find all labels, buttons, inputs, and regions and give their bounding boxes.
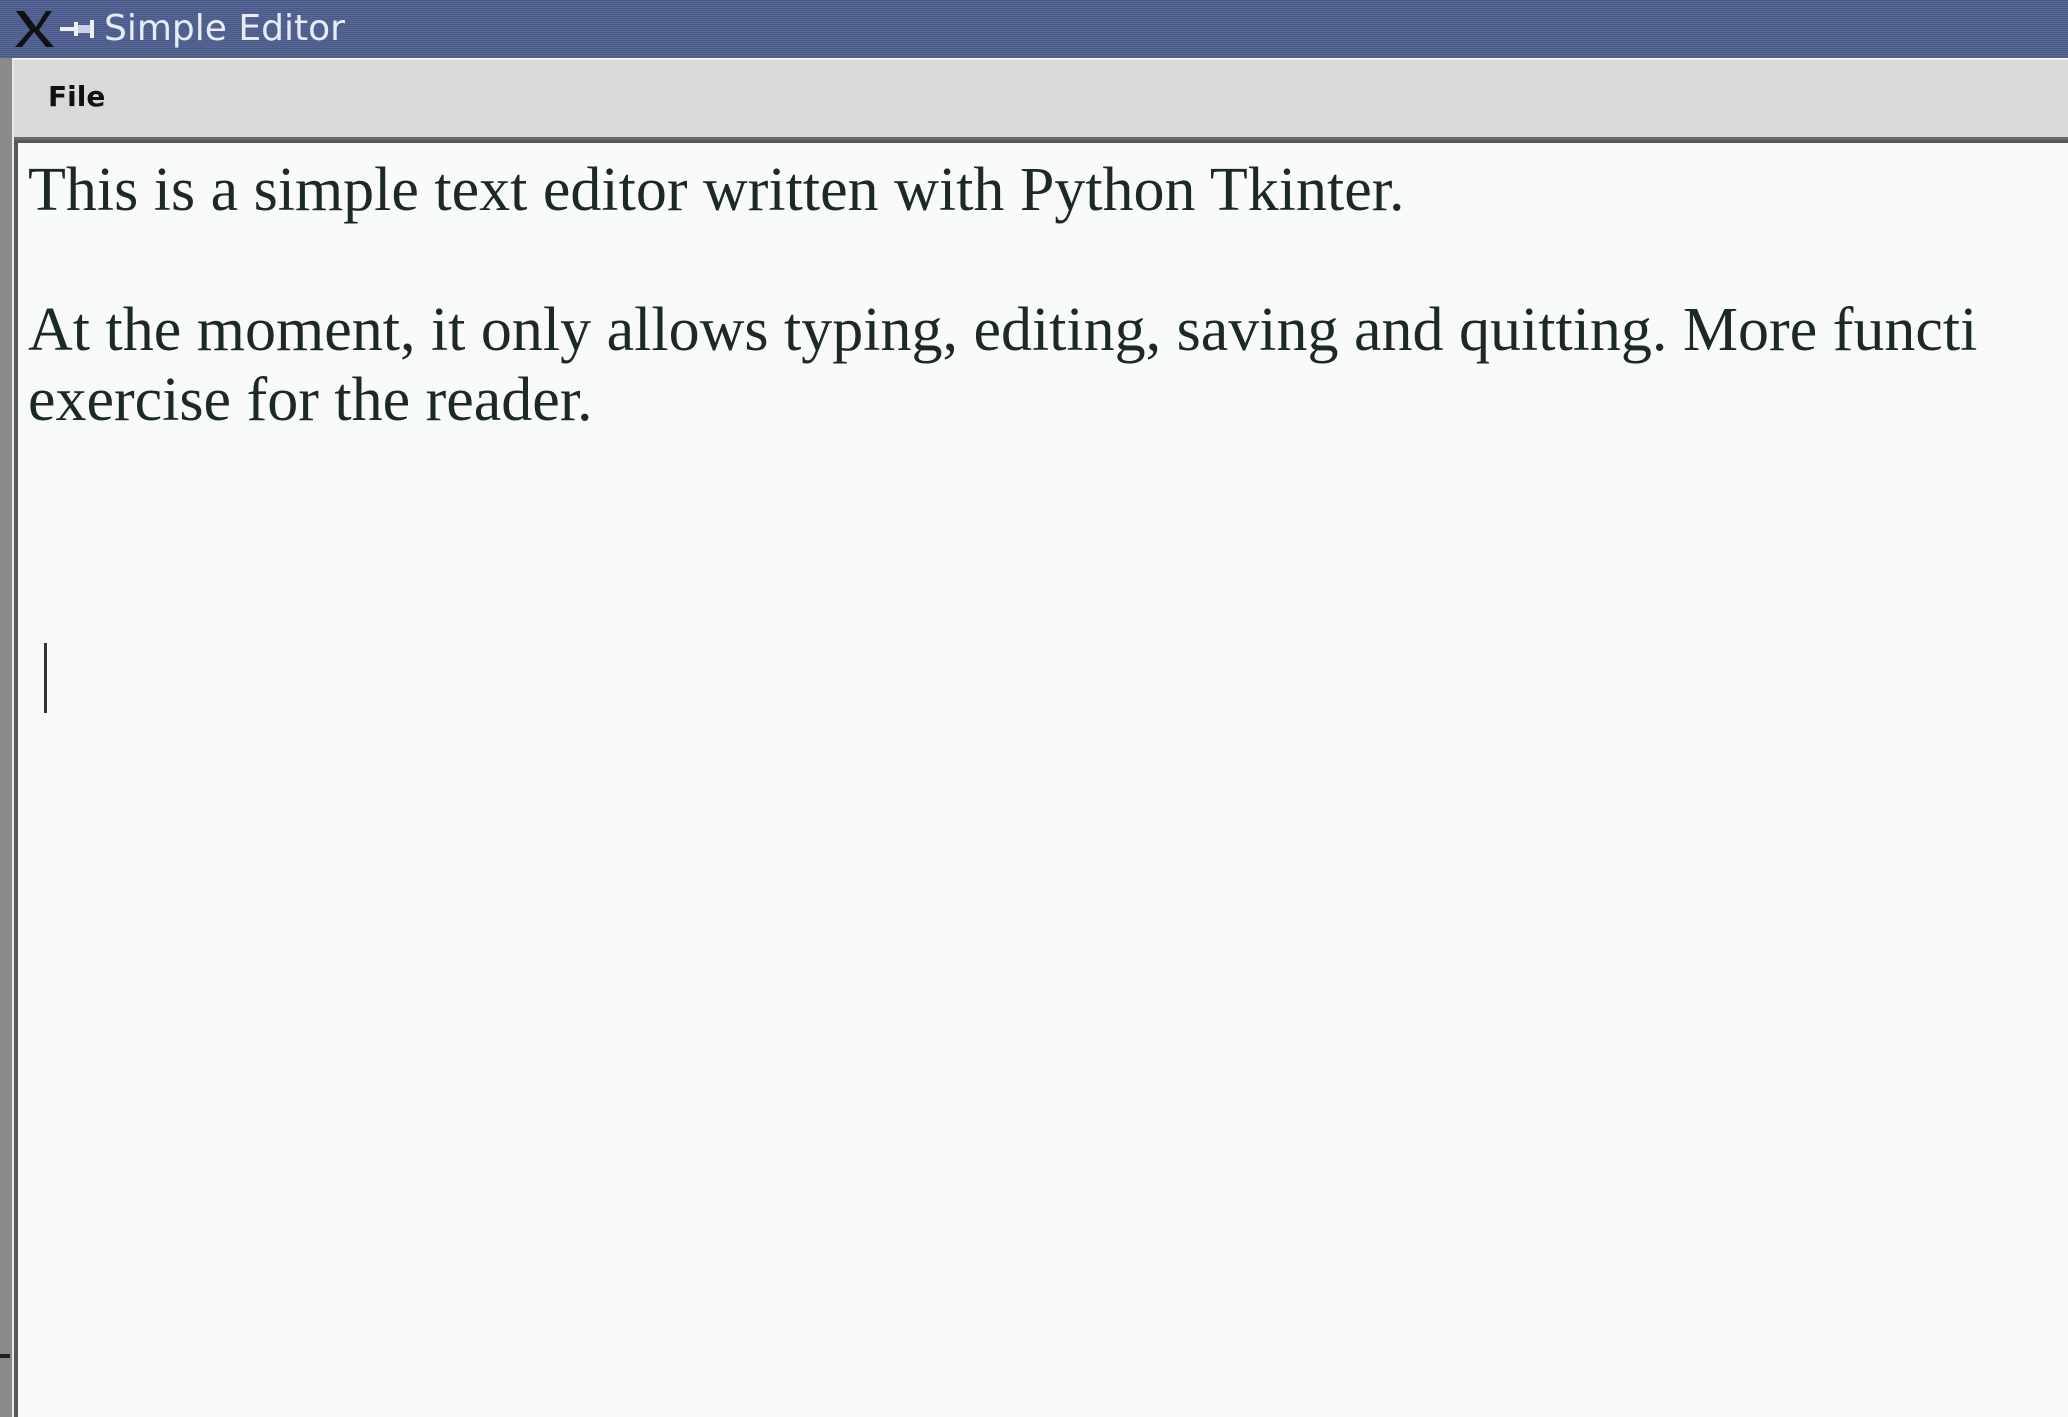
title-bar-icons [12, 0, 98, 58]
title-bar[interactable]: Simple Editor [0, 0, 2068, 58]
x-icon[interactable] [12, 9, 56, 49]
text-line-1: This is a simple text editor written wit… [28, 156, 1405, 224]
frame-stub [0, 1354, 10, 1358]
text-line-3: At the moment, it only allows typing, ed… [28, 296, 1978, 364]
editor-window: Simple Editor File This is a simple text… [0, 0, 2068, 1417]
text-line-blank [28, 225, 2068, 295]
menu-file[interactable]: File [44, 78, 109, 115]
window-frame-left [0, 58, 14, 1417]
pin-icon[interactable] [58, 16, 98, 42]
text-line-4: exercise for the reader. [28, 366, 593, 434]
menu-bar: File [14, 58, 2068, 140]
window-title: Simple Editor [104, 8, 345, 49]
text-editor[interactable]: This is a simple text editor written wit… [14, 140, 2068, 1417]
text-cursor [44, 643, 47, 713]
